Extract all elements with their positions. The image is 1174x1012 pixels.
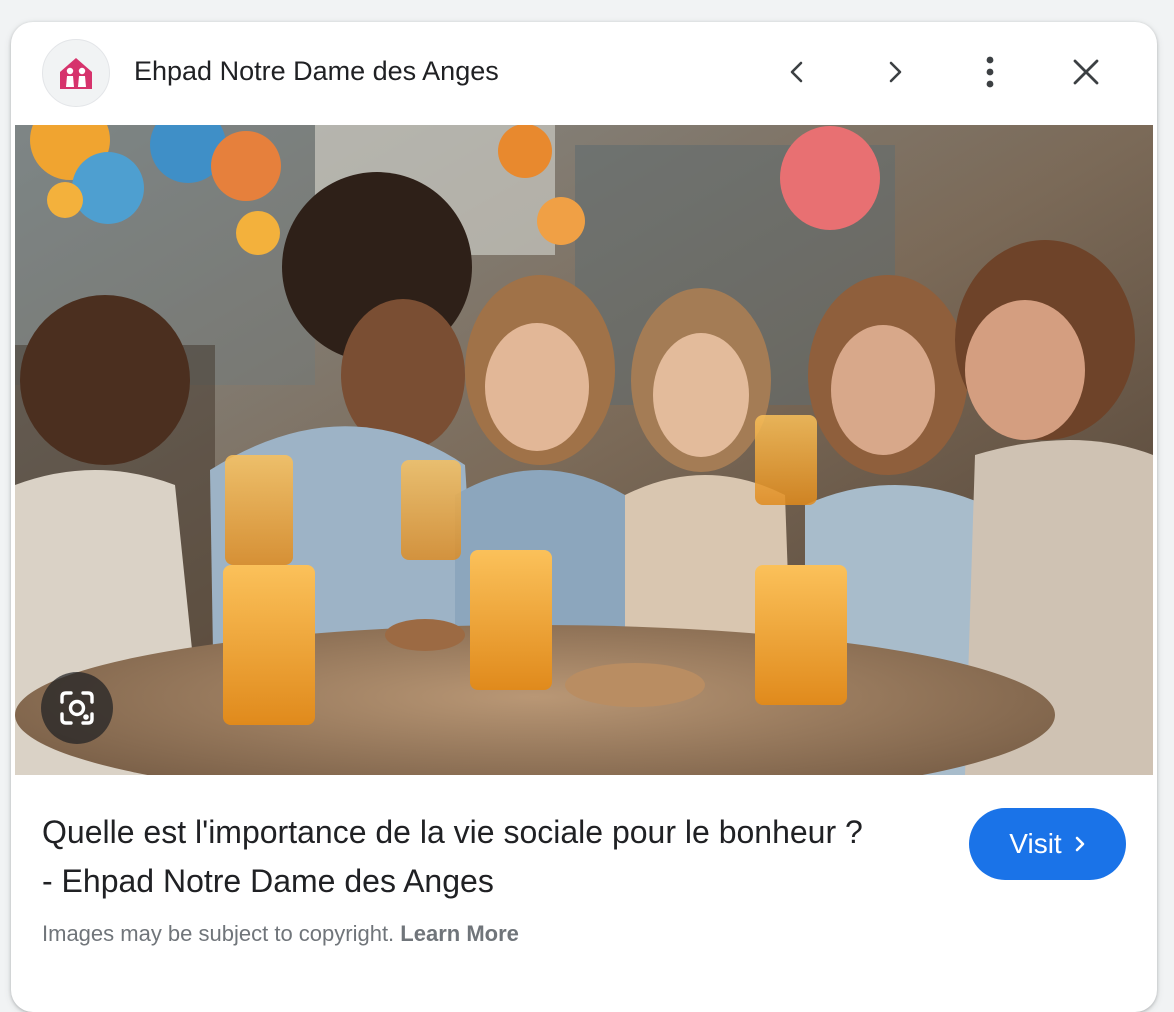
more-options-button[interactable] — [966, 48, 1014, 96]
site-favicon — [42, 39, 110, 107]
previous-button[interactable] — [774, 48, 822, 96]
visit-button-label: Visit — [1009, 828, 1062, 859]
preview-image[interactable] — [15, 125, 1153, 775]
house-people-icon — [60, 58, 92, 89]
copyright-text: Images may be subject to copyright. — [42, 921, 395, 946]
visit-button[interactable]: Visit — [969, 808, 1126, 880]
party-photo — [15, 125, 1153, 775]
image-preview-panel: Ehpad Notre Dame des Anges Quelle est l'… — [11, 22, 1157, 1012]
chevron-left-icon — [790, 61, 803, 83]
chevron-right-icon — [889, 61, 902, 83]
learn-more-link[interactable]: Learn More — [400, 921, 519, 946]
chevron-right-icon — [1074, 835, 1086, 853]
copyright-notice: Images may be subject to copyright. Lear… — [42, 921, 519, 947]
google-lens-button[interactable] — [41, 672, 113, 744]
result-title-link[interactable]: Quelle est l'importance de la vie social… — [42, 808, 872, 906]
next-button[interactable] — [870, 48, 918, 96]
close-button[interactable] — [1062, 48, 1110, 96]
google-lens-icon — [60, 691, 94, 725]
site-name[interactable]: Ehpad Notre Dame des Anges — [134, 56, 499, 87]
more-vert-icon — [986, 56, 994, 88]
preview-header: Ehpad Notre Dame des Anges — [11, 22, 1157, 125]
close-icon — [1073, 59, 1099, 85]
